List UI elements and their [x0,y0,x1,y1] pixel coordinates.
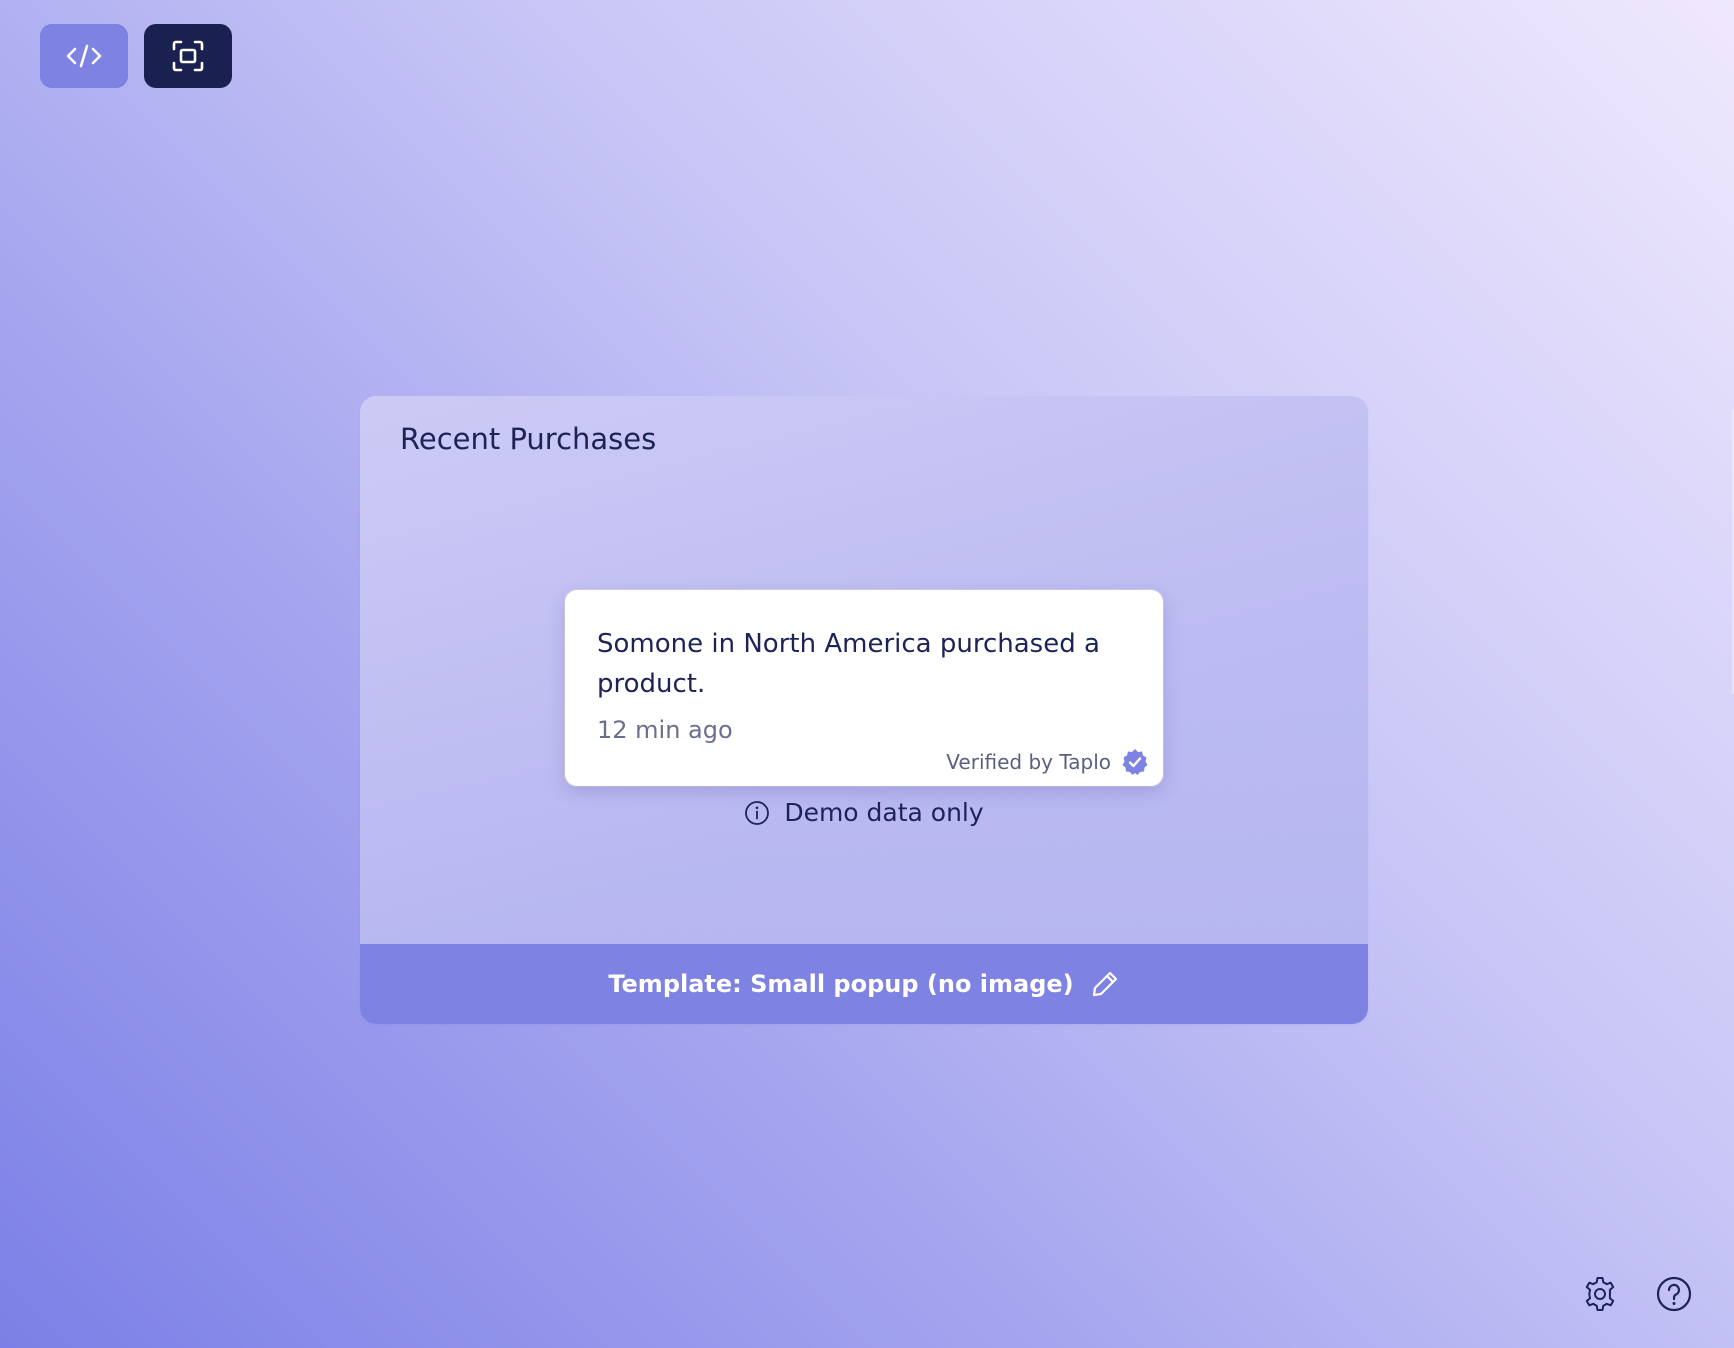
verified-badge: Verified by Taplo [946,748,1149,776]
demo-data-note: Demo data only [360,798,1368,827]
help-circle-icon [1656,1276,1692,1312]
code-button[interactable] [40,24,128,88]
recent-purchases-panel: Recent Purchases Somone in North America… [360,396,1368,1024]
panel-title: Recent Purchases [400,422,657,456]
top-toolbar [40,24,232,88]
settings-button[interactable] [1580,1274,1620,1314]
info-icon [745,800,770,825]
demo-data-label: Demo data only [784,798,984,827]
help-button[interactable] [1654,1274,1694,1314]
purchase-popup[interactable]: Somone in North America purchased a prod… [565,590,1163,786]
popup-time: 12 min ago [597,716,733,744]
capture-button[interactable] [144,24,232,88]
verified-badge-icon [1122,749,1148,775]
capture-frame-icon [172,40,204,72]
pencil-icon [1092,971,1117,997]
bottom-right-controls [1580,1274,1694,1314]
template-label: Template: Small popup (no image) [608,970,1074,998]
gear-icon [1585,1277,1615,1311]
code-icon [66,44,102,68]
popup-message: Somone in North America purchased a prod… [597,629,1100,699]
template-selector-button[interactable]: Template: Small popup (no image) [360,944,1368,1024]
verified-label: Verified by Taplo [946,750,1111,774]
